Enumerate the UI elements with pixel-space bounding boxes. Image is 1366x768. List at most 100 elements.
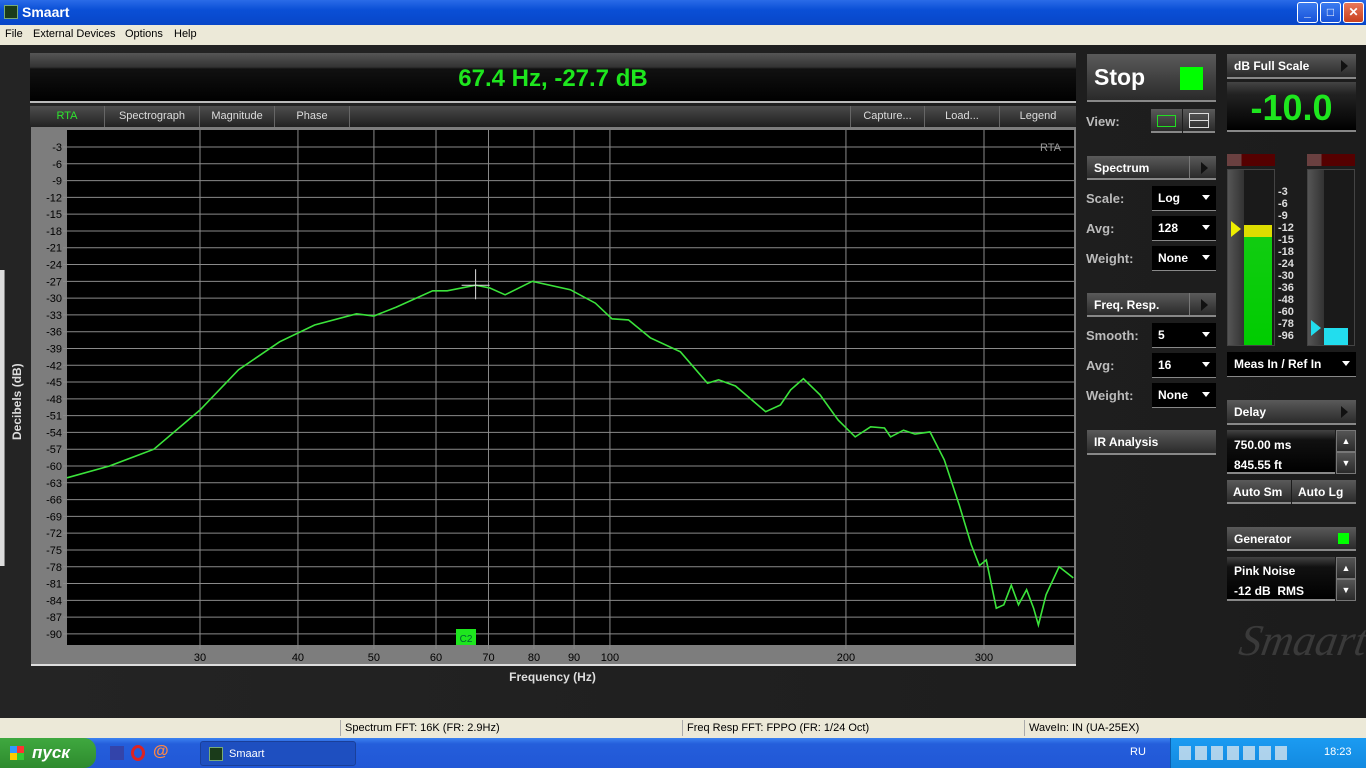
meas-peak-pointer[interactable] (1231, 221, 1241, 237)
spectrum-avg-value: 128 (1158, 221, 1179, 235)
y-tick-label: -42 (46, 360, 62, 372)
y-tick-label: -15 (46, 209, 62, 221)
y-tick-label: -84 (46, 595, 62, 607)
meter-scale-label: -15 (1278, 234, 1294, 246)
chevron-down-icon (1202, 195, 1210, 200)
meas-level-bar (1244, 225, 1272, 345)
ref-level-meter (1307, 169, 1355, 346)
taskbar-item-smaart[interactable]: Smaart (200, 741, 356, 766)
x-tick-label: 60 (430, 652, 442, 664)
close-button[interactable]: ✕ (1343, 2, 1364, 23)
y-tick-label: -72 (46, 528, 62, 540)
x-tick-label: 40 (292, 652, 304, 664)
meter-scale-label: -24 (1278, 258, 1294, 270)
scale-value: Log (1158, 191, 1180, 205)
taskbar-item-label: Smaart (229, 748, 265, 760)
freq-resp-button[interactable]: Freq. Resp. (1087, 293, 1216, 317)
auto-lg-button[interactable]: Auto Lg (1292, 480, 1356, 504)
chevron-down-icon (1202, 332, 1210, 337)
meter-input-dropdown[interactable]: Meas In / Ref In (1227, 352, 1356, 377)
fr-avg-label: Avg: (1086, 358, 1115, 373)
quicklaunch-icon[interactable] (110, 746, 124, 760)
fr-avg-dropdown[interactable]: 16 (1152, 353, 1216, 378)
system-tray: 18:23 (1170, 738, 1366, 768)
meter-scale-label: -30 (1278, 270, 1294, 282)
ir-analysis-button[interactable]: IR Analysis (1087, 430, 1216, 455)
generator-title: Generator (1234, 532, 1292, 546)
spectrum-weight-dropdown[interactable]: None (1152, 246, 1216, 271)
full-scale-title: dB Full Scale (1234, 59, 1310, 73)
view-label: View: (1086, 114, 1120, 129)
status-freq-resp-fft: Freq Resp FFT: FPPO (FR: 1/24 Oct) (687, 722, 870, 734)
start-label: пуск (32, 743, 70, 762)
tray-icons[interactable] (1179, 746, 1289, 760)
view-split-button[interactable] (1183, 109, 1215, 133)
full-scale-button[interactable]: dB Full Scale (1227, 54, 1356, 79)
spectrum-weight-value: None (1158, 251, 1188, 265)
single-pane-icon (1157, 115, 1176, 127)
y-tick-label: -6 (52, 159, 62, 171)
x-tick-label: 70 (482, 652, 494, 664)
meter-scale-label: -18 (1278, 246, 1294, 258)
meter-scale-label: -48 (1278, 294, 1294, 306)
delay-down-button[interactable]: ▼ (1336, 452, 1356, 474)
status-spectrum-fft: Spectrum FFT: 16K (FR: 2.9Hz) (345, 722, 500, 734)
y-tick-label: -48 (46, 394, 62, 406)
ref-peak-pointer[interactable] (1311, 320, 1321, 336)
generator-up-button[interactable]: ▲ (1336, 557, 1356, 579)
fr-weight-label: Weight: (1086, 388, 1134, 403)
chevron-down-icon (1202, 392, 1210, 397)
scale-dropdown[interactable]: Log (1152, 186, 1216, 211)
y-tick-label: -21 (46, 243, 62, 255)
x-axis-label: Frequency (Hz) (509, 670, 596, 684)
y-axis-label: Decibels (dB) (10, 363, 24, 440)
spectrum-avg-label: Avg: (1086, 221, 1115, 236)
generator-button[interactable]: Generator (1227, 527, 1356, 551)
opera-icon[interactable] (131, 745, 145, 761)
meter-scale-label: -3 (1278, 186, 1288, 198)
x-tick-label: 300 (975, 652, 993, 664)
start-button[interactable]: пуск (0, 738, 96, 768)
y-tick-label: -36 (46, 327, 62, 339)
view-single-button[interactable] (1151, 109, 1182, 133)
y-tick-label: -63 (46, 478, 62, 490)
y-tick-label: -12 (46, 192, 62, 204)
auto-sm-button[interactable]: Auto Sm (1227, 480, 1291, 504)
y-tick-label: -27 (46, 276, 62, 288)
spectrum-avg-dropdown[interactable]: 128 (1152, 216, 1216, 241)
y-tick-label: -66 (46, 495, 62, 507)
x-tick-label: 90 (568, 652, 580, 664)
generator-level: -12 dB RMS (1234, 584, 1305, 598)
chevron-down-icon (1202, 225, 1210, 230)
meter-scale-label: -60 (1278, 306, 1294, 318)
maximize-button[interactable]: □ (1320, 2, 1341, 23)
delay-up-button[interactable]: ▲ (1336, 430, 1356, 452)
spectrum-button[interactable]: Spectrum (1087, 156, 1216, 180)
cursor-marker-label: C2 (460, 634, 473, 645)
generator-display: Pink Noise -12 dB RMS (1227, 557, 1335, 601)
generator-down-button[interactable]: ▼ (1336, 579, 1356, 601)
y-tick-label: -78 (46, 562, 62, 574)
rta-chart[interactable]: -3 -6 -9 -12 -15 -18 -21 -24 -27 -30 -33 -36 -39 -42 -… (0, 0, 1100, 700)
minimize-button[interactable]: _ (1297, 2, 1318, 23)
y-tick-label: -45 (46, 377, 62, 389)
status-bar: Spectrum FFT: 16K (FR: 2.9Hz) Freq Resp … (0, 718, 1366, 738)
expand-arrow-icon (1341, 60, 1348, 72)
y-tick-label: -57 (46, 444, 62, 456)
fr-weight-dropdown[interactable]: None (1152, 383, 1216, 408)
mail-agent-icon[interactable]: @ (153, 743, 169, 761)
generator-signal: Pink Noise (1234, 564, 1296, 578)
stop-button[interactable]: Stop (1087, 54, 1216, 102)
language-indicator[interactable]: RU (1130, 746, 1146, 758)
delay-display: 750.00 ms 845.55 ft (1227, 430, 1335, 474)
y-tick-label: -18 (46, 226, 62, 238)
freq-resp-title: Freq. Resp. (1094, 298, 1160, 312)
scale-label: Scale: (1086, 191, 1125, 206)
y-tick-label: -87 (46, 612, 62, 624)
y-tick-label: -3 (52, 142, 62, 154)
ref-level-bar (1324, 328, 1348, 345)
chevron-down-icon (1342, 361, 1350, 366)
smooth-dropdown[interactable]: 5 (1152, 323, 1216, 348)
delay-button[interactable]: Delay (1227, 400, 1356, 425)
meter-scale-label: -9 (1278, 210, 1288, 222)
